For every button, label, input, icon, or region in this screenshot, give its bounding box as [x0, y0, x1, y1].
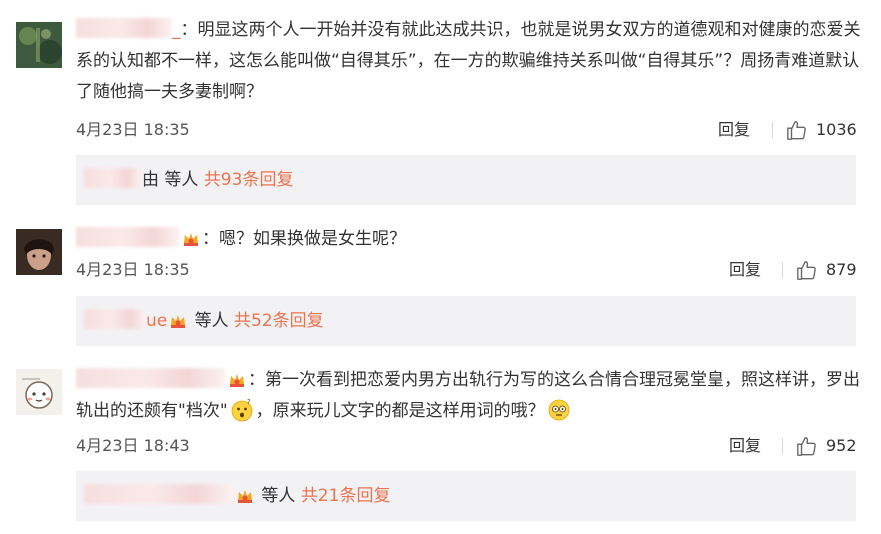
comment-meta: 4月23日 18:43 回复 952: [76, 434, 858, 458]
thumbs-up-icon: [797, 261, 816, 280]
replier-name[interactable]: [84, 484, 234, 504]
commenter-name-tail[interactable]: _: [172, 20, 181, 40]
crown-badge-icon: [171, 315, 186, 328]
avatar[interactable]: [16, 22, 62, 68]
thumbs-up-icon: [787, 121, 806, 140]
comment-text: _：明显这两个人一开始并没有就此达成共识，也就是说男女双方的道德观和对健康的恋爱…: [76, 15, 866, 108]
like-count: 1036: [816, 120, 857, 139]
divider: [772, 122, 773, 138]
timestamp: 4月23日 18:35: [76, 260, 190, 279]
comment-text: ：第一次看到把恋爱内男方出轨行为写的这么合情合理冠冕堂皇，照这样讲，罗出轨出的还…: [76, 365, 866, 427]
replier-name-tail[interactable]: ue: [146, 311, 167, 331]
svg-text:?: ?: [247, 398, 251, 406]
reply-summary[interactable]: 等人 共21条回复: [76, 471, 856, 521]
reply-button[interactable]: 回复: [718, 118, 750, 142]
replier-name[interactable]: [84, 309, 146, 329]
comment-item: _：明显这两个人一开始并没有就此达成共识，也就是说男女双方的道德观和对健康的恋爱…: [0, 0, 881, 215]
comment-item: ：第一次看到把恋爱内男方出轨行为写的这么合情合理冠冕堂皇，照这样讲，罗出轨出的还…: [0, 355, 881, 534]
commenter-name[interactable]: [76, 227, 180, 247]
thumbs-up-icon: [797, 437, 816, 456]
divider: [782, 438, 783, 454]
replier-name-tail[interactable]: 由: [142, 170, 159, 190]
reply-button[interactable]: 回复: [729, 258, 761, 282]
replier-others: 等人: [261, 486, 296, 506]
comment-content: ：明显这两个人一开始并没有就此达成共识，也就是说男女双方的道德观和对健康的恋爱关…: [76, 20, 861, 102]
comment-content-rest: ，原来玩儿文字的都是这样用词的哦？: [255, 401, 545, 421]
view-replies-link[interactable]: 共52条回复: [234, 311, 324, 331]
avatar[interactable]: [16, 369, 62, 415]
like-button[interactable]: 952: [796, 434, 858, 458]
timestamp: 4月23日 18:43: [76, 436, 190, 455]
replier-others: 等人: [164, 170, 199, 190]
timestamp: 4月23日 18:35: [76, 120, 190, 139]
comment-content: ：嗯？如果换做是女生呢？: [202, 229, 406, 249]
commenter-name[interactable]: [76, 18, 172, 38]
divider: [782, 262, 783, 278]
reply-button[interactable]: 回复: [729, 434, 761, 458]
view-replies-link[interactable]: 共93条回复: [204, 170, 294, 190]
view-replies-link[interactable]: 共21条回复: [301, 486, 391, 506]
comment-meta: 4月23日 18:35 回复 1036: [76, 118, 858, 142]
reply-summary[interactable]: ue 等人 共52条回复: [76, 296, 856, 346]
replier-name[interactable]: [84, 168, 142, 188]
like-count: 952: [826, 436, 857, 455]
reply-summary[interactable]: 由 等人 共93条回复: [76, 155, 856, 205]
like-button[interactable]: 1036: [786, 118, 858, 142]
dizzy-eyes-emoji-icon: [548, 399, 570, 421]
crown-badge-icon: [238, 490, 252, 503]
comment-item: ：嗯？如果换做是女生呢？ 4月23日 18:35 回复 879 ue 等人 共5…: [0, 215, 881, 355]
comment-text: ：嗯？如果换做是女生呢？: [76, 224, 866, 255]
like-button[interactable]: 879: [796, 258, 858, 282]
crown-badge-icon: [184, 233, 198, 246]
avatar[interactable]: [16, 229, 62, 275]
commenter-name[interactable]: [76, 368, 226, 388]
like-count: 879: [826, 260, 857, 279]
replier-others: 等人: [194, 311, 229, 331]
crown-badge-icon: [230, 374, 244, 387]
surprised-emoji-icon: ?: [231, 398, 253, 422]
comment-meta: 4月23日 18:35 回复 879: [76, 258, 858, 282]
